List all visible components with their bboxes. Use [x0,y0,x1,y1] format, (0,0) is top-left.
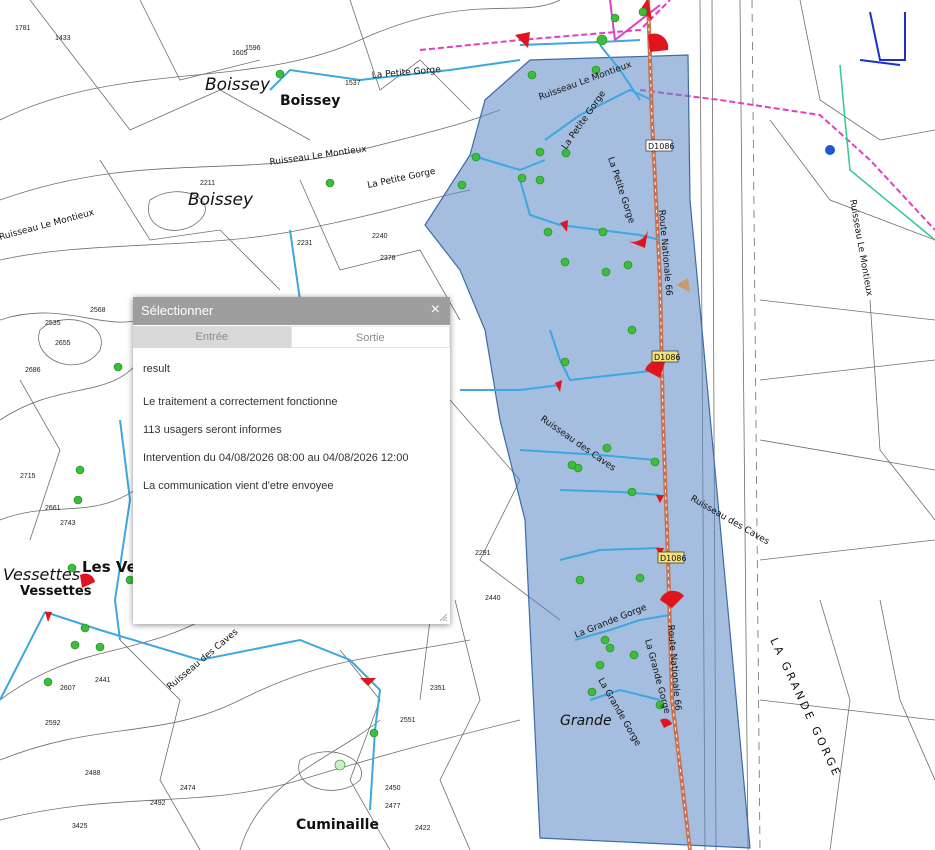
parcel-number: 2607 [60,685,76,692]
parcel-number: 2488 [85,770,101,777]
parcel-number: 2715 [20,473,36,480]
parcel-number: 2441 [95,677,111,684]
parcel-number: 2422 [415,825,431,832]
parcel-number: 2351 [430,685,446,692]
result-message: Le traitement a correctement fonctionne [143,396,338,408]
panel-header: Sélectionner × [133,297,450,325]
place-label: Boissey [188,190,254,210]
panel-title: Sélectionner [141,303,214,318]
parcel-number: 2378 [380,255,396,262]
parcel-number: 2474 [180,785,196,792]
parcel-number: 1596 [245,45,261,52]
parcel-number: 2492 [150,800,166,807]
parcel-number: 1781 [15,25,31,32]
panel-tabs: Entrée Sortie [133,326,450,348]
blue-point [825,145,835,155]
place-label: Vessettes [20,584,92,599]
parcel-number: 2568 [90,307,106,314]
road-shield: D1086 [648,142,675,151]
place-label: Les Ve [82,558,137,576]
parcel-number: 2240 [372,233,388,240]
parcel-number: 2655 [55,340,71,347]
result-label: result [143,363,170,375]
parcel-number: 2686 [25,367,41,374]
parcel-number: 2551 [400,717,416,724]
selector-panel: Sélectionner × Entrée Sortie result Le t… [133,297,450,624]
result-message: Intervention du 04/08/2026 08:00 au 04/0… [143,452,409,464]
place-label: Cuminaille [296,817,379,833]
tab-entree[interactable]: Entrée [133,326,291,348]
result-message: 113 usagers seront informes [143,424,282,436]
place-label: Grande [560,713,612,729]
parcel-number: 2291 [475,550,491,557]
place-label: Vessettes [3,565,80,584]
result-content: result Le traitement a correctement fonc… [133,348,450,516]
parcel-number: 2592 [45,720,61,727]
parcel-number: 2661 [45,505,61,512]
parcel-number: 3425 [72,823,88,830]
resize-grip-icon[interactable] [438,612,448,622]
parcel-number: 2231 [297,240,313,247]
place-label: Boissey [280,93,340,109]
parcel-number: 2477 [385,803,401,810]
result-message: La communication vient d'etre envoyee [143,480,334,492]
parcel-number: 2535 [45,320,61,327]
road-shield: D1086 [654,353,681,362]
parcel-number: 2440 [485,595,501,602]
tab-sortie[interactable]: Sortie [290,326,450,348]
parcel-number: 2450 [385,785,401,792]
parcel-number: 1537 [345,80,361,87]
parcel-number: 1433 [55,35,71,42]
place-label: Boissey [205,75,271,95]
close-icon[interactable]: × [431,301,440,319]
parcel-number: 2743 [60,520,76,527]
parcel-number: 2211 [200,180,215,187]
road-shield: D1086 [660,554,687,563]
